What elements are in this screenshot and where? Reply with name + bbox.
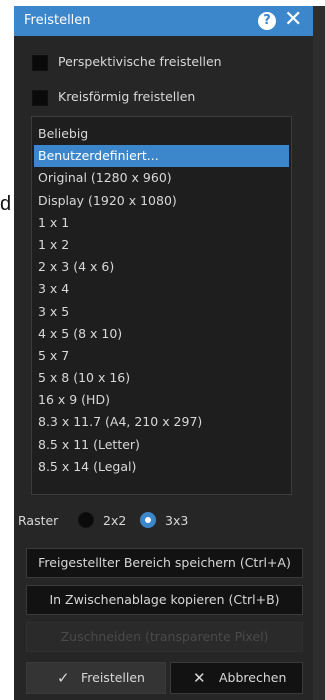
raster-options: Raster 2x2 3x3 <box>14 511 313 531</box>
list-item[interactable]: 1 x 2 <box>34 234 289 256</box>
checkbox-box[interactable] <box>32 55 48 71</box>
checkmark-icon: ✓ <box>57 669 70 687</box>
list-item[interactable]: 1 x 1 <box>34 212 289 234</box>
background-window-left: d <box>0 6 14 700</box>
copy-to-clipboard-button[interactable]: In Zwischenablage kopieren (Ctrl+B) <box>26 585 303 615</box>
crop-dialog: Freistellen ? ✕ Perspektivische freistel… <box>14 6 313 700</box>
checkbox-box[interactable] <box>32 90 48 106</box>
question-icon[interactable]: ? <box>258 12 276 30</box>
close-icon: ✕ <box>193 669 206 687</box>
raster-2x2-radio[interactable] <box>78 512 94 528</box>
list-item[interactable]: Beliebig <box>34 123 289 145</box>
list-item[interactable]: 16 x 9 (HD) <box>34 389 289 411</box>
circular-crop-label: Kreisförmig freistellen <box>58 89 196 104</box>
list-item[interactable]: 5 x 7 <box>34 345 289 367</box>
list-item[interactable]: 3 x 4 <box>34 278 289 300</box>
list-item[interactable]: 8.5 x 14 (Legal) <box>34 456 289 478</box>
background-window-right <box>313 6 325 700</box>
raster-3x3-label[interactable]: 3x3 <box>165 513 188 528</box>
list-item[interactable]: 8.3 x 11.7 (A4, 210 x 297) <box>34 411 289 433</box>
list-item-selected[interactable]: Benutzerdefiniert... <box>34 145 289 168</box>
list-item[interactable]: 8.5 x 11 (Letter) <box>34 434 289 456</box>
list-item[interactable]: 2 x 3 (4 x 6) <box>34 256 289 278</box>
raster-2x2-label[interactable]: 2x2 <box>103 513 126 528</box>
dialog-title: Freistellen <box>24 13 91 28</box>
list-item[interactable]: Display (1920 x 1080) <box>34 190 289 212</box>
list-item[interactable]: 3 x 5 <box>34 301 289 323</box>
dialog-titlebar: Freistellen ? ✕ <box>14 6 313 36</box>
cancel-label: Abbrechen <box>219 670 287 685</box>
list-item[interactable]: 4 x 5 (8 x 10) <box>34 323 289 345</box>
list-item[interactable]: Original (1280 x 960) <box>34 167 289 189</box>
crop-confirm-label: Freistellen <box>81 670 145 685</box>
raster-label: Raster <box>18 513 59 528</box>
close-icon[interactable]: ✕ <box>284 8 302 32</box>
cancel-button[interactable]: ✕ Abbrechen <box>170 662 303 694</box>
save-crop-region-button[interactable]: Freigestellter Bereich speichern (Ctrl+A… <box>26 548 303 578</box>
perspective-crop-label: Perspektivische freistellen <box>58 54 222 69</box>
raster-3x3-radio[interactable] <box>140 512 156 528</box>
aspect-ratio-list[interactable]: Beliebig Benutzerdefiniert... Original (… <box>31 116 292 495</box>
trim-transparent-button: Zuschneiden (transparente Pixel) <box>26 622 303 652</box>
background-text-fragment: d <box>0 193 12 215</box>
crop-confirm-button[interactable]: ✓ Freistellen <box>26 662 166 694</box>
list-item[interactable]: 5 x 8 (10 x 16) <box>34 367 289 389</box>
